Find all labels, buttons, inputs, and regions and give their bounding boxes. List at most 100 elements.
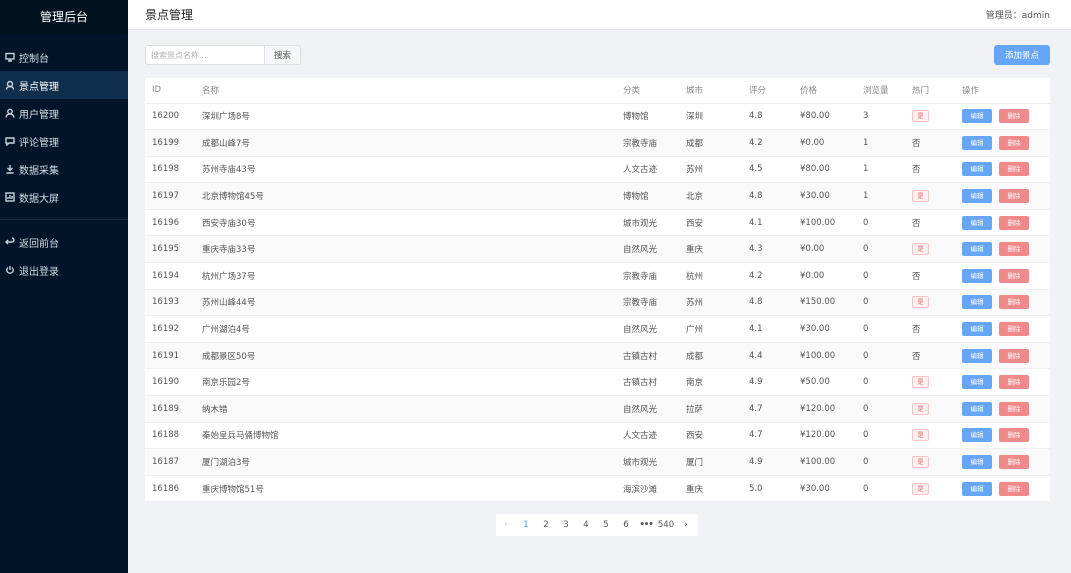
cell-id: 16200 bbox=[152, 111, 180, 122]
cell-id: 16197 bbox=[152, 191, 180, 202]
cell-rating: 5.0 bbox=[749, 483, 763, 494]
cell-price: ¥30.00 bbox=[800, 191, 830, 202]
cell-actions: 编辑 删除 bbox=[962, 183, 1050, 210]
delete-button[interactable]: 删除 bbox=[999, 322, 1029, 337]
sidebar-item-logout[interactable]: 退出登录 bbox=[0, 256, 128, 284]
hot-tag: 是 bbox=[912, 429, 929, 442]
edit-button[interactable]: 编辑 bbox=[962, 215, 992, 230]
delete-button[interactable]: 删除 bbox=[999, 375, 1029, 390]
edit-button[interactable]: 编辑 bbox=[962, 375, 992, 390]
delete-button[interactable]: 删除 bbox=[999, 455, 1029, 470]
sidebar-item-comments[interactable]: 评论管理 bbox=[0, 127, 128, 155]
edit-button[interactable]: 编辑 bbox=[962, 189, 992, 204]
cell-name: 纳木错 bbox=[202, 404, 228, 415]
cell-id: 16187 bbox=[152, 457, 180, 468]
cell-rating: 4.8 bbox=[749, 191, 763, 202]
page-button[interactable]: 3 bbox=[556, 514, 576, 536]
delete-button[interactable]: 删除 bbox=[999, 242, 1029, 257]
cell-name: 厦门湖泊3号 bbox=[202, 458, 250, 469]
search-input[interactable] bbox=[145, 45, 265, 65]
table-row: 16197 北京博物馆45号 博物馆 北京 4.8 ¥30.00 1 是 编辑 删除 bbox=[145, 182, 1050, 210]
edit-button[interactable]: 编辑 bbox=[962, 242, 992, 257]
edit-button[interactable]: 编辑 bbox=[962, 109, 992, 124]
edit-button[interactable]: 编辑 bbox=[962, 401, 992, 416]
sidebar-item-data-collection[interactable]: 数据采集 bbox=[0, 155, 128, 183]
delete-button[interactable]: 删除 bbox=[999, 109, 1029, 124]
cell-actions: 编辑 删除 bbox=[962, 475, 1050, 502]
page-button[interactable]: 2 bbox=[536, 514, 556, 536]
cell-id: 16193 bbox=[152, 297, 180, 308]
cell-actions: 编辑 删除 bbox=[962, 263, 1050, 290]
last-page-button[interactable]: 540 bbox=[656, 514, 676, 536]
edit-button[interactable]: 编辑 bbox=[962, 135, 992, 150]
page-button[interactable]: 5 bbox=[596, 514, 616, 536]
sidebar-item-attractions[interactable]: 景点管理 bbox=[0, 71, 128, 99]
cell-category: 自然风光 bbox=[623, 404, 658, 415]
cell-category: 城市观光 bbox=[623, 218, 658, 229]
cell-price: ¥0.00 bbox=[800, 137, 825, 148]
cell-id: 16198 bbox=[152, 164, 180, 175]
cell-hot: 是 bbox=[912, 183, 962, 210]
delete-button[interactable]: 删除 bbox=[999, 215, 1029, 230]
search-button[interactable]: 搜索 bbox=[264, 45, 301, 65]
delete-button[interactable]: 删除 bbox=[999, 135, 1029, 150]
hot-no-label: 否 bbox=[912, 138, 921, 149]
cell-city: 杭州 bbox=[686, 271, 704, 282]
cell-city: 成都 bbox=[686, 138, 704, 149]
cell-id: 16199 bbox=[152, 137, 180, 148]
return-icon bbox=[4, 236, 16, 248]
edit-button[interactable]: 编辑 bbox=[962, 428, 992, 443]
cell-actions: 编辑 删除 bbox=[962, 342, 1050, 369]
hot-tag: 是 bbox=[912, 456, 929, 469]
sidebar-item-return-front[interactable]: 返回前台 bbox=[0, 228, 128, 256]
cell-actions: 编辑 删除 bbox=[962, 369, 1050, 396]
cell-hot: 否 bbox=[912, 130, 962, 157]
cell-id: 16196 bbox=[152, 217, 180, 228]
more-pages-button[interactable]: ••• bbox=[636, 514, 656, 536]
cell-hot: 是 bbox=[912, 289, 962, 316]
cell-category: 自然风光 bbox=[623, 325, 658, 336]
sidebar-item-label: 退出登录 bbox=[19, 266, 59, 278]
cell-category: 城市观光 bbox=[623, 458, 658, 469]
cell-hot: 否 bbox=[912, 316, 962, 343]
hot-no-label: 否 bbox=[912, 325, 921, 336]
cell-rating: 4.3 bbox=[749, 244, 763, 255]
cell-name: 秦始皇兵马俑博物馆 bbox=[202, 431, 279, 442]
sidebar-item-dashboard[interactable]: 控制台 bbox=[0, 43, 128, 71]
delete-button[interactable]: 删除 bbox=[999, 481, 1029, 496]
delete-button[interactable]: 删除 bbox=[999, 189, 1029, 204]
prev-page-button[interactable]: ‹ bbox=[496, 514, 516, 536]
cell-id: 16191 bbox=[152, 350, 180, 361]
delete-button[interactable]: 删除 bbox=[999, 401, 1029, 416]
add-attraction-button[interactable]: 添加景点 bbox=[994, 45, 1050, 65]
delete-button[interactable]: 删除 bbox=[999, 295, 1029, 310]
delete-button[interactable]: 删除 bbox=[999, 348, 1029, 363]
cell-city: 重庆 bbox=[686, 245, 704, 256]
cell-price: ¥50.00 bbox=[800, 377, 830, 388]
edit-button[interactable]: 编辑 bbox=[962, 481, 992, 496]
cell-views: 0 bbox=[863, 377, 869, 388]
hot-tag: 是 bbox=[912, 376, 929, 389]
table-row: 16189 纳木错 自然风光 拉萨 4.7 ¥120.00 0 是 编辑 删除 bbox=[145, 395, 1050, 423]
page-button[interactable]: 6 bbox=[616, 514, 636, 536]
page-button[interactable]: 1 bbox=[516, 514, 536, 536]
sidebar-item-data-screen[interactable]: 数据大屏 bbox=[0, 183, 128, 211]
cell-id: 16195 bbox=[152, 244, 180, 255]
edit-button[interactable]: 编辑 bbox=[962, 268, 992, 283]
cell-id: 16188 bbox=[152, 430, 180, 441]
edit-button[interactable]: 编辑 bbox=[962, 162, 992, 177]
edit-button[interactable]: 编辑 bbox=[962, 322, 992, 337]
edit-button[interactable]: 编辑 bbox=[962, 295, 992, 310]
delete-button[interactable]: 删除 bbox=[999, 162, 1029, 177]
sidebar-item-label: 数据大屏 bbox=[19, 193, 59, 205]
page-button[interactable]: 4 bbox=[576, 514, 596, 536]
cell-price: ¥0.00 bbox=[800, 244, 825, 255]
delete-button[interactable]: 删除 bbox=[999, 268, 1029, 283]
table-row: 16193 苏州山峰44号 宗教寺庙 苏州 4.8 ¥150.00 0 是 编辑 删除 bbox=[145, 289, 1050, 316]
sidebar-item-users[interactable]: 用户管理 bbox=[0, 99, 128, 127]
attractions-table: ID 名称 分类 城市 评分 价格 浏览量 热门 操作 16200 深圳广场8号博… bbox=[145, 78, 1050, 503]
delete-button[interactable]: 删除 bbox=[999, 428, 1029, 443]
edit-button[interactable]: 编辑 bbox=[962, 455, 992, 470]
next-page-button[interactable]: › bbox=[676, 514, 696, 536]
edit-button[interactable]: 编辑 bbox=[962, 348, 992, 363]
